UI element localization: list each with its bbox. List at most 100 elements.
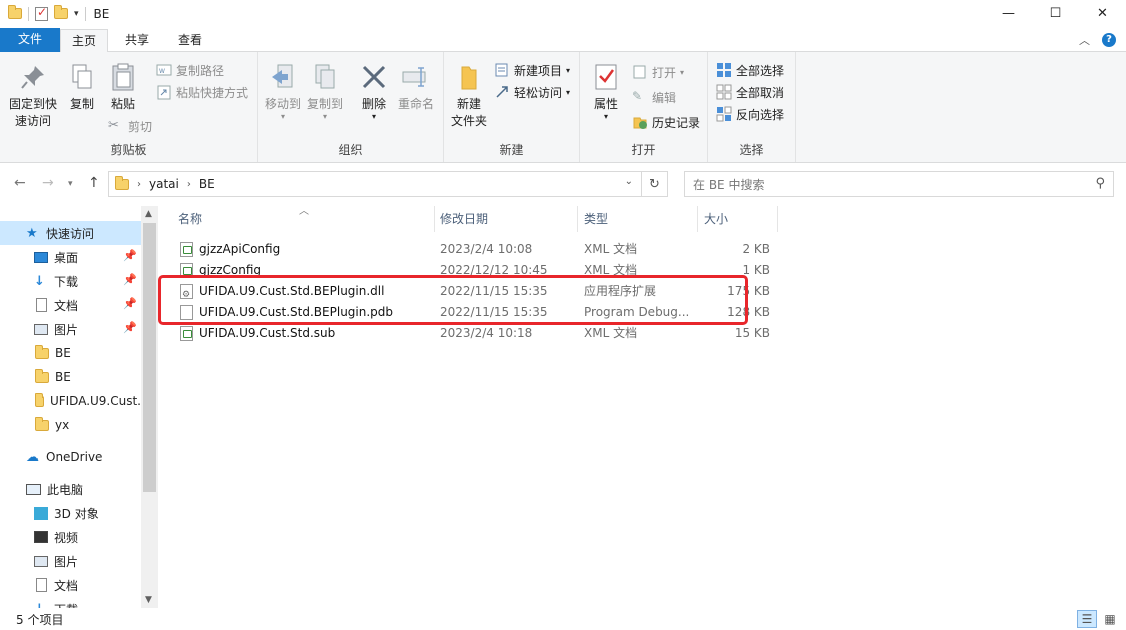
copy-button[interactable]: 复制 <box>64 62 100 113</box>
refresh-icon[interactable]: ↻ <box>641 172 667 196</box>
open-button[interactable]: 打开 ▾ <box>632 62 684 82</box>
help-icon[interactable]: ? <box>1102 33 1116 47</box>
tab-share[interactable]: 共享 <box>115 29 159 52</box>
pin-quick-access-button[interactable]: 固定到快 速访问 <box>6 62 60 130</box>
nav-item-downloads[interactable]: ↓ 下载 <box>0 597 141 609</box>
search-icon[interactable]: ⚲ <box>1095 176 1105 191</box>
title-bar: ▾ BE — ☐ ✕ <box>0 0 1126 27</box>
copy-to-button[interactable]: 复制到 ▾ <box>304 62 346 121</box>
breadcrumb-chevron-icon[interactable]: › <box>137 179 141 190</box>
nav-item-documents[interactable]: 文档 📌 <box>0 293 141 317</box>
recent-locations-chevron-icon[interactable]: ▾ <box>68 179 73 189</box>
nav-onedrive[interactable]: ☁ OneDrive <box>0 445 141 469</box>
cloud-icon: ☁ <box>26 449 39 465</box>
column-header-type[interactable]: 类型 <box>584 206 608 232</box>
address-dropdown-icon[interactable]: ⌄ <box>625 176 633 187</box>
scroll-up-icon[interactable]: ▲ <box>145 209 152 219</box>
column-header-size[interactable]: 大小 <box>704 206 728 232</box>
rename-label: 重命名 <box>397 97 434 111</box>
move-to-button[interactable]: 移动到 ▾ <box>262 62 304 121</box>
copy-path-icon: W <box>156 62 172 78</box>
properties-qat-icon[interactable] <box>35 5 48 21</box>
nav-item-folder[interactable]: BE <box>0 365 141 389</box>
rename-button[interactable]: 重命名 <box>394 62 438 113</box>
history-label: 历史记录 <box>652 115 701 130</box>
pin-icon[interactable]: 📌 <box>123 297 137 310</box>
nav-item-downloads[interactable]: ↓ 下载 📌 <box>0 269 141 293</box>
pin-icon[interactable]: 📌 <box>123 321 137 334</box>
nav-item-3d-objects[interactable]: 3D 对象 <box>0 501 141 525</box>
nav-item-pictures[interactable]: 图片 <box>0 549 141 573</box>
nav-quick-access[interactable]: ★ 快速访问 <box>0 221 141 245</box>
breadcrumb-item[interactable]: yatai <box>149 177 179 191</box>
column-divider[interactable] <box>434 206 435 232</box>
nav-item-folder[interactable]: UFIDA.U9.Cust. <box>0 389 141 413</box>
nav-item-videos[interactable]: 视频 <box>0 525 141 549</box>
minimize-button[interactable]: — <box>985 0 1032 27</box>
copy-path-button[interactable]: W 复制路径 <box>156 60 224 80</box>
scrollbar-thumb[interactable] <box>143 223 156 492</box>
folder-icon <box>35 344 49 359</box>
open-group: 属性 ▾ 打开 ▾ ✎ 编辑 历史记录 打开 <box>580 52 708 162</box>
table-row[interactable]: UFIDA.U9.Cust.Std.sub 2023/2/4 10:18 XML… <box>178 323 778 344</box>
maximize-button[interactable]: ☐ <box>1032 0 1079 27</box>
nav-item-documents[interactable]: 文档 <box>0 573 141 597</box>
select-none-label: 全部取消 <box>736 85 785 100</box>
new-folder-button[interactable]: 新建 文件夹 <box>450 62 488 130</box>
nav-this-pc[interactable]: 此电脑 <box>0 477 141 501</box>
nav-label: 快速访问 <box>46 226 95 241</box>
nav-item-folder[interactable]: yx <box>0 413 141 437</box>
nav-item-pictures[interactable]: 图片 📌 <box>0 317 141 341</box>
rename-icon <box>401 62 431 92</box>
details-view-icon[interactable]: ☰ <box>1077 610 1097 628</box>
new-group: 新建 文件夹 新建项目 ▾ 轻松访问 ▾ 新建 <box>444 52 580 162</box>
forward-arrow-icon[interactable]: → <box>42 175 54 191</box>
new-item-icon <box>494 62 510 78</box>
new-item-button[interactable]: 新建项目 ▾ <box>494 60 570 80</box>
nav-item-folder[interactable]: BE <box>0 341 141 365</box>
edit-button[interactable]: ✎ 编辑 <box>632 87 676 107</box>
new-folder-qat-icon[interactable] <box>54 5 68 19</box>
large-icons-view-icon[interactable]: ▦ <box>1100 610 1120 628</box>
column-divider[interactable] <box>577 206 578 232</box>
scroll-down-icon[interactable]: ▼ <box>145 595 152 605</box>
paste-button[interactable]: 粘贴 <box>104 62 142 113</box>
column-divider[interactable] <box>777 206 778 232</box>
tab-home[interactable]: 主页 <box>60 29 108 53</box>
properties-button[interactable]: 属性 ▾ <box>588 62 624 121</box>
column-header-name[interactable]: 名称 <box>178 206 202 232</box>
window-title: BE <box>93 6 110 21</box>
pin-icon[interactable]: 📌 <box>123 249 137 262</box>
close-button[interactable]: ✕ <box>1079 0 1126 27</box>
tab-view[interactable]: 查看 <box>168 29 212 52</box>
divider <box>84 6 86 21</box>
address-bar[interactable]: › yatai › BE ⌄ ↻ <box>108 171 668 197</box>
pin-icon[interactable]: 📌 <box>123 273 137 286</box>
nav-scrollbar[interactable]: ▲ ▼ <box>141 206 158 608</box>
clipboard-group: 固定到快 速访问 复制 粘贴 W 复制路径 粘贴快捷方式 ✂ 剪切 剪贴板 <box>0 52 258 162</box>
collapse-ribbon-icon[interactable]: ︿ <box>1079 32 1090 48</box>
table-row[interactable]: gjzzApiConfig 2023/2/4 10:08 XML 文档 2 KB <box>178 239 778 260</box>
search-input[interactable]: 在 BE 中搜索 ⚲ <box>684 171 1114 197</box>
new-folder-label-line2: 文件夹 <box>450 114 487 128</box>
nav-item-desktop[interactable]: 桌面 📌 <box>0 245 141 269</box>
breadcrumb-chevron-icon[interactable]: › <box>187 179 191 190</box>
history-button[interactable]: 历史记录 <box>632 112 700 132</box>
organize-group: 移动到 ▾ 复制到 ▾ 删除 ▾ 重命名 组织 <box>258 52 444 162</box>
paste-shortcut-button[interactable]: 粘贴快捷方式 <box>156 82 248 102</box>
delete-button[interactable]: 删除 ▾ <box>356 62 392 121</box>
easy-access-button[interactable]: 轻松访问 ▾ <box>494 82 570 102</box>
cut-button[interactable]: ✂ 剪切 <box>108 116 152 136</box>
up-arrow-icon[interactable]: ↑ <box>88 175 100 191</box>
invert-selection-button[interactable]: 反向选择 <box>716 104 784 124</box>
qat-dropdown-icon[interactable]: ▾ <box>74 9 79 19</box>
document-icon <box>36 298 47 312</box>
select-all-button[interactable]: 全部选择 <box>716 60 784 80</box>
column-divider[interactable] <box>697 206 698 232</box>
column-header-date[interactable]: 修改日期 <box>440 206 488 232</box>
tab-file[interactable]: 文件 <box>0 28 60 52</box>
paste-icon <box>108 62 138 92</box>
select-none-button[interactable]: 全部取消 <box>716 82 784 102</box>
back-arrow-icon[interactable]: ← <box>14 175 26 191</box>
breadcrumb-item[interactable]: BE <box>199 177 215 191</box>
